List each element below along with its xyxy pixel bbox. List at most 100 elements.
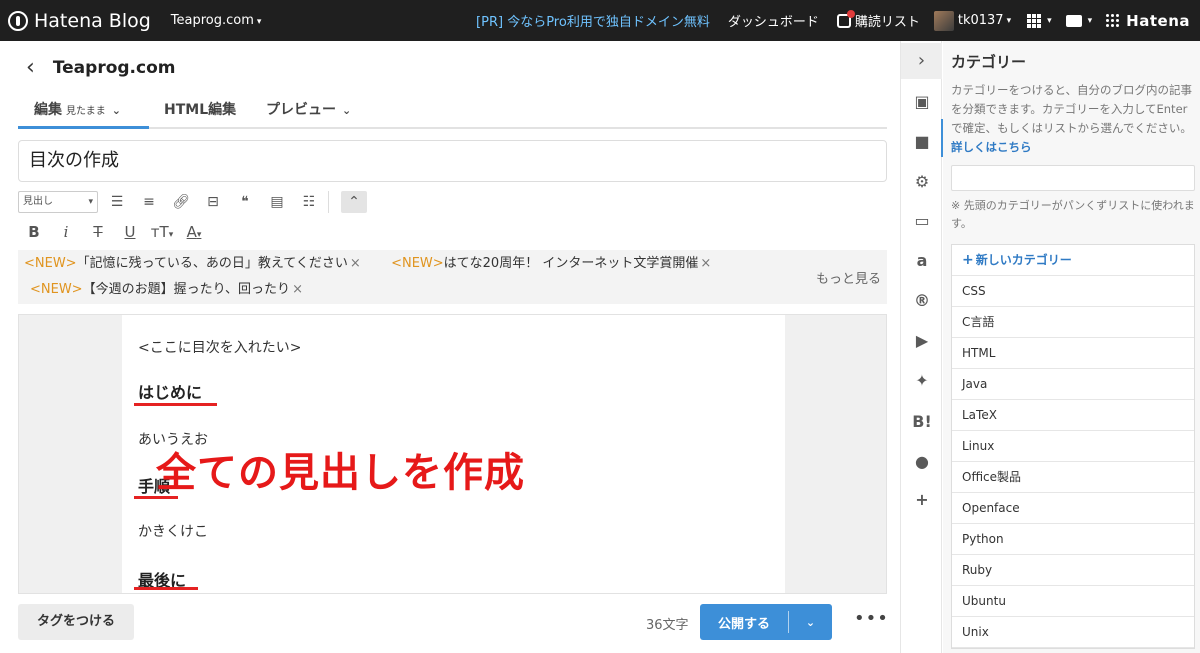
publish-button[interactable]: 公開する ⌄ [700,604,832,640]
tab-html-edit[interactable]: HTML編集 [164,99,236,119]
read-more-icon[interactable]: ☷ [296,191,322,213]
category-item[interactable]: Ruby [952,555,1194,586]
quote-icon[interactable]: ❝ [232,191,258,213]
editor-footer: タグをつける 36文字 公開する ⌄ ••• [18,602,889,642]
chevron-down-icon: ⌄ [111,104,121,117]
grid-icon [1027,13,1042,28]
chevron-down-icon: ⌄ [342,104,352,117]
hatena-dots-icon [1106,13,1120,28]
tab-preview[interactable]: プレビュー ⌄ [266,99,351,119]
category-item[interactable]: LaTeX [952,400,1194,431]
category-item[interactable]: Ubuntu [952,586,1194,617]
text-color-icon[interactable]: A▾ [178,223,210,241]
document-icon[interactable]: ▭ [911,209,933,231]
back-chevron-icon[interactable]: ‹ [26,55,35,80]
red-annotation-text: 全ての見出しを作成 [156,450,525,496]
category-item[interactable]: Linux [952,431,1194,462]
chevron-down-icon[interactable]: ⌄ [789,616,832,629]
tab-edit[interactable]: 編集 見たまま ⌄ [34,99,121,119]
notifications-menu[interactable]: ▾ [1065,14,1092,27]
gear-icon[interactable]: ⚙ [911,170,933,192]
font-size-icon[interactable]: ᴛT▾ [146,223,178,241]
notice-link[interactable]: はてな20周年！ インターネット文学賞開催 [444,256,699,271]
new-category-button[interactable]: + 新しいカテゴリー [952,245,1194,276]
italic-icon[interactable]: i [50,223,82,241]
category-description: カテゴリーをつけると、自分のブログ内の記事を分類できます。カテゴリーを入力してE… [951,81,1195,157]
blog-title: Teaprog.com [52,57,176,78]
strikethrough-icon[interactable]: T [82,223,114,241]
new-badge: <NEW> [30,282,83,297]
category-panel-title: カテゴリー [951,53,1027,71]
category-item[interactable]: Python [952,524,1194,555]
blog-selector-label: Teaprog.com [170,13,254,28]
hatena-label: Hatena [1126,11,1190,30]
twitter-icon[interactable]: ✦ [911,369,933,391]
hatena-blog-logo[interactable]: Hatena Blog [8,10,151,32]
user-menu[interactable]: tk0137 ▾ [933,10,1012,31]
new-badge: <NEW> [24,256,77,271]
reading-list-link[interactable]: 購読リスト [836,9,920,30]
amazon-icon[interactable]: a [911,249,933,271]
notice-link[interactable]: 「記憶に残っている、あの日」教えてください [77,256,348,271]
underline-icon[interactable]: U [114,223,146,241]
link-icon[interactable]: 🔗︎ [168,191,194,213]
category-panel: カテゴリー カテゴリーをつけると、自分のブログ内の記事を分類できます。カテゴリー… [943,41,1200,653]
category-item[interactable]: HTML [952,338,1194,369]
dashboard-link[interactable]: ダッシュボード [728,11,819,30]
images-icon[interactable]: ▣ [911,90,933,112]
sidebar-icon-rail: › ▣ ■ ⚙ ▭ a ® ▶ ✦ B! ● + [900,41,944,653]
pro-promo-link[interactable]: [PR] 今ならPro利用で独自ドメイン無料 [476,11,710,30]
category-item[interactable]: Office製品 [952,462,1194,493]
avatar [933,10,954,31]
rakuten-icon[interactable]: ® [911,289,933,311]
bold-icon[interactable]: B [18,223,50,241]
learn-more-link[interactable]: 詳しくはこちら [951,140,1032,154]
close-icon[interactable]: × [292,282,303,297]
collapse-sidebar-icon[interactable]: › [901,43,942,79]
category-item[interactable]: CSS [952,276,1194,307]
plus-icon: + [962,252,974,268]
article-body-editor[interactable]: <ここに目次を入れたい> はじめに あいうえお 手順 かきくけこ 最後に 全ての… [18,314,887,594]
body-paragraph: かきくけこ [138,524,208,540]
body-paragraph: <ここに目次を入れたい> [138,340,302,356]
horizontal-rule-icon[interactable]: ⊟ [200,191,226,213]
blog-selector[interactable]: Teaprog.com ▾ [171,13,262,28]
collapse-toolbar-icon[interactable]: ⌃ [341,191,367,213]
close-icon[interactable]: × [350,256,361,271]
close-icon[interactable]: × [700,256,711,271]
hatena-bookmark-icon[interactable]: B! [911,410,933,432]
youtube-icon[interactable]: ▶ [911,329,933,351]
notice-link[interactable]: 【今週のお題】握ったり、回ったり [83,282,290,297]
tab-preview-label: プレビュー [266,102,336,118]
chat-bubble-icon [1065,14,1082,27]
category-item[interactable]: Java [952,369,1194,400]
reading-list-icon [836,9,855,28]
reading-list-label: 購読リスト [854,15,920,30]
numbered-list-icon[interactable]: ≡ [136,191,162,213]
category-item[interactable]: Unix [952,617,1194,648]
github-icon[interactable]: ● [911,450,933,472]
table-of-contents-icon[interactable]: ▤ [264,191,290,213]
heading-select[interactable]: 見出し [18,191,98,213]
format-toolbar-row1: 見出し ☰ ≡ 🔗︎ ⊟ ❝ ▤ ☷ ⌃ [18,189,367,215]
tab-edit-sublabel: 見たまま [66,106,106,117]
bullet-list-icon[interactable]: ☰ [104,191,130,213]
notice-row-1: <NEW>「記憶に残っている、あの日」教えてください × <NEW>はてな20周年… [24,254,711,274]
more-options-icon[interactable]: ••• [854,608,889,629]
category-list: + 新しいカテゴリー CSS C言語 HTML Java LaTeX Linux … [951,244,1195,649]
caret-down-icon: ▾ [1006,15,1012,26]
notice-more-link[interactable]: もっと見る [816,268,881,287]
top-bar: Hatena Blog Teaprog.com ▾ [PR] 今ならPro利用で独… [0,0,1200,41]
hatena-link[interactable]: Hatena [1106,12,1190,30]
folder-icon[interactable]: ■ [911,130,933,152]
category-input[interactable] [951,165,1195,191]
add-tags-button[interactable]: タグをつける [18,604,134,640]
add-plugin-icon[interactable]: + [911,488,933,510]
new-category-label: 新しいカテゴリー [975,253,1072,267]
category-item[interactable]: Openface [952,493,1194,524]
apps-menu[interactable]: ▾ [1027,13,1052,28]
top-bar-right: [PR] 今ならPro利用で独自ドメイン無料 ダッシュボード 購読リスト tk0… [476,0,1200,41]
category-item[interactable]: C言語 [952,307,1194,338]
editor-header: ‹ Teaprog.com [18,55,175,80]
article-title-input[interactable]: 目次の作成 [18,140,887,182]
